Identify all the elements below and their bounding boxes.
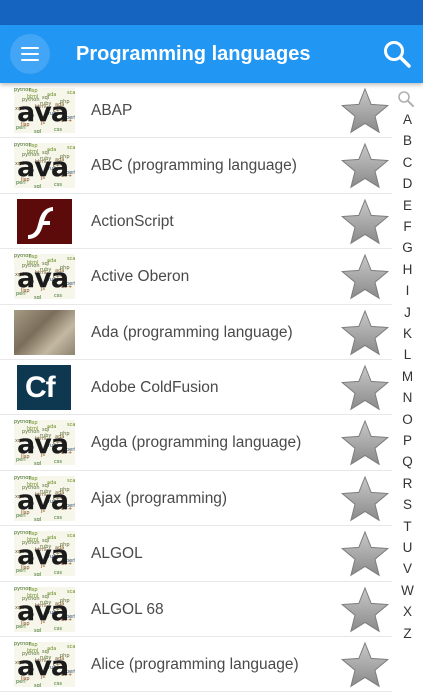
list-item[interactable]: python html ruby c++ perl lisp sql ada php xml go j… (0, 83, 392, 139)
index-letter[interactable]: S (392, 497, 423, 512)
index-letter[interactable]: V (392, 561, 423, 576)
favorite-star-icon[interactable] (340, 87, 390, 135)
index-search-icon[interactable] (397, 90, 415, 108)
item-thumbnail: python html ruby c++ perl lisp sql ada php xml go j… (14, 143, 75, 189)
app-bar: Programming languages (0, 25, 423, 83)
alphabet-index[interactable]: ABCDEFGHIJKLMNOPQRSTUVWXZ (392, 90, 423, 690)
favorite-star-icon[interactable] (340, 364, 390, 412)
item-thumbnail: python html ruby c++ perl lisp sql ada php xml go j… (14, 531, 75, 577)
list-item[interactable]: ActionScript (0, 194, 392, 250)
index-letter[interactable]: N (392, 390, 423, 405)
menu-button[interactable] (10, 34, 50, 74)
page-title: Programming languages (76, 43, 311, 65)
item-thumbnail: python html ruby c++ perl lisp sql ada php xml go j… (14, 586, 75, 632)
item-thumbnail: python html ruby c++ perl lisp sql ada php xml go j… (14, 641, 75, 687)
list-item[interactable]: python html ruby c++ perl lisp sql ada php xml go j… (0, 415, 392, 471)
index-letter[interactable]: W (392, 583, 423, 598)
index-letter[interactable]: U (392, 540, 423, 555)
index-letter[interactable]: A (392, 112, 423, 127)
list-item[interactable]: python html ruby c++ perl lisp sql ada php xml go j… (0, 637, 392, 693)
list-item[interactable]: python html ruby c++ perl lisp sql ada php xml go j… (0, 526, 392, 582)
search-button[interactable] (381, 38, 413, 70)
coldfusion-logo: Cf (25, 370, 56, 404)
item-label: Ajax (programming) (91, 489, 228, 507)
index-letter[interactable]: Z (392, 626, 423, 641)
index-letter[interactable]: E (392, 198, 423, 213)
list-item[interactable]: Ada (programming language) (0, 305, 392, 360)
favorite-star-icon[interactable] (340, 142, 390, 190)
favorite-star-icon[interactable] (340, 419, 390, 467)
favorite-star-icon[interactable] (340, 475, 390, 523)
list-item[interactable]: python html ruby c++ perl lisp sql ada php xml go j… (0, 582, 392, 637)
index-letter[interactable]: Q (392, 454, 423, 469)
item-thumbnail: python html ruby c++ perl lisp sql ada php xml go j… (14, 88, 75, 133)
index-letter[interactable]: K (392, 326, 423, 341)
item-thumbnail: python html ruby c++ perl lisp sql ada php xml go j… (14, 475, 75, 521)
index-letter[interactable]: H (392, 262, 423, 277)
search-icon (384, 41, 411, 68)
list-item[interactable]: python html ruby c++ perl lisp sql ada php xml go j… (0, 471, 392, 527)
index-letter[interactable]: D (392, 176, 423, 191)
index-letter[interactable]: P (392, 433, 423, 448)
item-label: Ada (programming language) (91, 323, 293, 341)
item-label: ALGOL 68 (91, 600, 164, 618)
favorite-star-icon[interactable] (340, 253, 390, 301)
favorite-star-icon[interactable] (340, 530, 390, 578)
list-item[interactable]: python html ruby c++ perl lisp sql ada php xml go j… (0, 138, 392, 194)
item-label: Adobe ColdFusion (91, 378, 219, 396)
index-letter[interactable]: J (392, 305, 423, 320)
favorite-star-icon[interactable] (340, 641, 390, 689)
flash-logo (28, 206, 53, 239)
status-bar (0, 0, 423, 25)
index-letter[interactable]: B (392, 133, 423, 148)
item-label: ABC (programming language) (91, 157, 297, 175)
index-letter[interactable]: I (392, 283, 423, 298)
item-thumbnail (17, 198, 72, 244)
item-label: Alice (programming language) (91, 655, 299, 673)
list-item[interactable]: Cf Adobe ColdFusion (0, 360, 392, 416)
index-letter[interactable]: G (392, 240, 423, 255)
item-label: ALGOL (91, 545, 143, 563)
item-thumbnail: python html ruby c++ perl lisp sql ada php xml go j… (14, 254, 75, 300)
favorite-star-icon[interactable] (340, 198, 390, 246)
index-letter[interactable]: F (392, 219, 423, 234)
index-letter[interactable]: O (392, 412, 423, 427)
index-letter[interactable]: L (392, 347, 423, 362)
item-thumbnail: Cf (17, 364, 71, 410)
item-label: ABAP (91, 102, 133, 119)
item-label: Agda (programming language) (91, 434, 302, 452)
index-letter[interactable]: T (392, 519, 423, 534)
index-letter[interactable]: C (392, 155, 423, 170)
index-letter[interactable]: M (392, 369, 423, 384)
hamburger-menu-icon (21, 47, 39, 49)
list-item[interactable]: python html ruby c++ perl lisp sql ada php xml go j… (0, 249, 392, 305)
favorite-star-icon[interactable] (340, 309, 390, 357)
item-label: Active Oberon (91, 268, 190, 286)
item-thumbnail: python html ruby c++ perl lisp sql ada php xml go j… (14, 420, 75, 466)
favorite-star-icon[interactable] (340, 586, 390, 634)
index-letter[interactable]: R (392, 476, 423, 491)
language-list[interactable]: python html ruby c++ perl lisp sql ada php xml go j… (0, 83, 392, 697)
item-label: ActionScript (91, 212, 174, 230)
item-thumbnail (14, 309, 75, 355)
index-letter[interactable]: X (392, 604, 423, 619)
